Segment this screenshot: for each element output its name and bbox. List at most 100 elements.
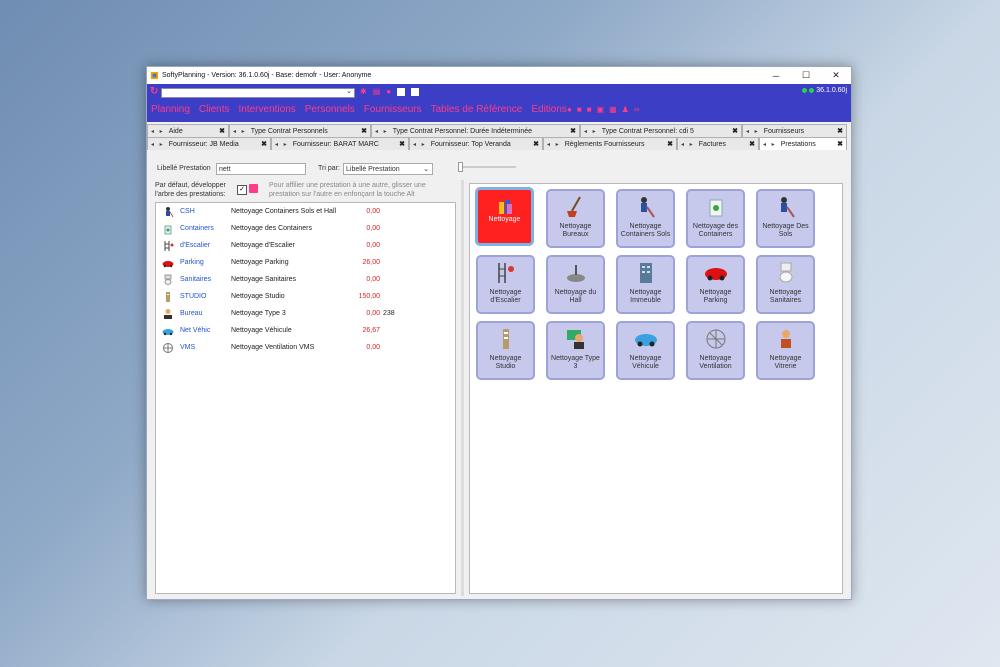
prestation-code: STUDIO bbox=[180, 293, 207, 300]
panel-splitter[interactable] bbox=[461, 180, 464, 596]
close-icon[interactable]: ✖ bbox=[749, 140, 755, 148]
print-icon[interactable]: ▣ bbox=[597, 105, 605, 114]
close-icon[interactable]: ✖ bbox=[219, 127, 225, 135]
prestation-value: 0,00 bbox=[366, 208, 380, 215]
menu-tables-reference[interactable]: Tables de Référence bbox=[431, 104, 523, 115]
window-square-icon[interactable] bbox=[397, 87, 406, 96]
tab-nav-icon[interactable]: ◂ ▸ bbox=[746, 128, 760, 135]
window-square-icon-2[interactable] bbox=[411, 87, 420, 96]
tab-nav-icon[interactable]: ◂ ▸ bbox=[681, 141, 695, 148]
tab-nav-icon[interactable]: ◂ ▸ bbox=[275, 141, 289, 148]
menu-interventions[interactable]: Interventions bbox=[239, 104, 296, 115]
tab-nav-icon[interactable]: ◂ ▸ bbox=[233, 128, 247, 135]
list-item[interactable]: Containers Nettoyage des Containers 0,00 bbox=[156, 221, 455, 238]
tab-barat-marc[interactable]: ◂ ▸ Fournisseur: BARAT MARC ✖ bbox=[271, 137, 409, 150]
tile-type3[interactable]: Nettoyage Type 3 bbox=[546, 321, 605, 380]
folder-open-icon[interactable]: ■ bbox=[587, 105, 592, 114]
list-item[interactable]: Net Véhic Nettoyage Véhicule 26,67 bbox=[156, 323, 455, 340]
refresh-icon[interactable]: ↻ bbox=[150, 86, 158, 97]
tile-containers-sols[interactable]: Nettoyage Containers Sols bbox=[616, 189, 675, 248]
tile-nettoyage[interactable]: Nettoyage bbox=[475, 187, 534, 246]
chevron-down-icon[interactable]: ⌄ bbox=[346, 87, 352, 95]
list-item[interactable]: VMS Nettoyage Ventilation VMS 0,00 bbox=[156, 340, 455, 357]
tab-label: Prestations bbox=[780, 140, 816, 148]
tile-immeuble[interactable]: Nettoyage Immeuble bbox=[616, 255, 675, 314]
list-item[interactable]: CSH Nettoyage Containers Sols et Hall 0,… bbox=[156, 204, 455, 221]
tab-nav-icon[interactable]: ◂ ▸ bbox=[584, 128, 598, 135]
tab-nav-icon[interactable]: ◂ ▸ bbox=[151, 141, 165, 148]
minimize-button[interactable]: ─ bbox=[761, 71, 791, 81]
tab-contrat-cdi5[interactable]: ◂ ▸ Type Contrat Personnel: cdi 5 ✖ bbox=[580, 124, 742, 137]
tab-contrat-indetermine[interactable]: ◂ ▸ Type Contrat Personnel: Durée Indéter… bbox=[371, 124, 580, 137]
calendar-icon[interactable]: ▦ bbox=[609, 105, 617, 114]
list-item[interactable]: Parking Nettoyage Parking 26,00 bbox=[156, 255, 455, 272]
tab-label: Type Contrat Personnel: cdi 5 bbox=[601, 127, 694, 135]
list-item[interactable]: STUDIO Nettoyage Studio 150,00 bbox=[156, 289, 455, 306]
close-icon[interactable]: ✖ bbox=[399, 140, 405, 148]
tile-hall[interactable]: Nettoyage du Hall bbox=[546, 255, 605, 314]
tab-type-contrat[interactable]: ◂ ▸ Type Contrat Personnels ✖ bbox=[229, 124, 371, 137]
maximize-button[interactable]: ☐ bbox=[791, 70, 821, 81]
menu-fournisseurs[interactable]: Fournisseurs bbox=[364, 104, 422, 115]
tab-label: Fournisseur: JB Media bbox=[168, 140, 239, 148]
menu-clients[interactable]: Clients bbox=[199, 104, 230, 115]
close-icon[interactable]: ✖ bbox=[732, 127, 738, 135]
close-icon[interactable]: ✖ bbox=[533, 140, 539, 148]
list-item[interactable]: d'Escalier Nettoyage d'Escalier 0,00 bbox=[156, 238, 455, 255]
tile-label: Nettoyage bbox=[488, 216, 521, 223]
close-icon[interactable]: ✖ bbox=[667, 140, 673, 148]
tab-jb-media[interactable]: ◂ ▸ Fournisseur: JB Media ✖ bbox=[147, 137, 271, 150]
tri-select[interactable]: Libellé Prestation ⌄ bbox=[343, 163, 433, 175]
close-icon[interactable]: ✖ bbox=[570, 127, 576, 135]
zoom-slider-track[interactable] bbox=[458, 166, 516, 168]
tab-nav-icon[interactable]: ◂ ▸ bbox=[547, 141, 561, 148]
drag-hint-line2: prestation sur l'autre en enfonçant la t… bbox=[269, 191, 415, 198]
tile-parking[interactable]: Nettoyage Parking bbox=[686, 255, 745, 314]
close-icon[interactable]: ✖ bbox=[837, 140, 843, 148]
tile-vehicule[interactable]: Nettoyage Véhicule bbox=[616, 321, 675, 380]
list-item[interactable]: Bureau Nettoyage Type 3 0,00 238 bbox=[156, 306, 455, 323]
tab-nav-icon[interactable]: ◂ ▸ bbox=[413, 141, 427, 148]
zoom-slider-thumb[interactable] bbox=[458, 162, 463, 172]
tab-fournisseurs[interactable]: ◂ ▸ Fournisseurs ✖ bbox=[742, 124, 847, 137]
tab-prestations[interactable]: ◂ ▸ Prestations ✖ bbox=[759, 137, 847, 150]
save-icon[interactable] bbox=[249, 184, 258, 193]
tile-vitrerie[interactable]: Nettoyage Vitrerie bbox=[756, 321, 815, 380]
tile-escalier[interactable]: Nettoyage d'Escalier bbox=[476, 255, 535, 314]
link-icon[interactable]: ∞ bbox=[634, 105, 640, 114]
close-icon[interactable]: ✖ bbox=[361, 127, 367, 135]
tile-des-sols[interactable]: Nettoyage Des Sols bbox=[756, 189, 815, 248]
keyboard-icon[interactable]: ▤ bbox=[373, 87, 381, 96]
tab-label: Règlements Fournisseurs bbox=[564, 140, 645, 148]
close-button[interactable]: ✕ bbox=[821, 70, 851, 81]
close-icon[interactable]: ✖ bbox=[837, 127, 843, 135]
tile-des-containers[interactable]: Nettoyage des Containers bbox=[686, 189, 745, 248]
tab-nav-icon[interactable]: ◂ ▸ bbox=[763, 141, 777, 148]
microphone-icon[interactable]: ● bbox=[386, 87, 391, 96]
menu-personnels[interactable]: Personnels bbox=[305, 104, 355, 115]
libelle-input[interactable]: nett bbox=[216, 163, 306, 175]
puzzle-icon[interactable]: ✱ bbox=[360, 87, 367, 96]
tile-bureaux[interactable]: Nettoyage Bureaux bbox=[546, 189, 605, 248]
tab-reglements[interactable]: ◂ ▸ Règlements Fournisseurs ✖ bbox=[543, 137, 677, 150]
tab-top-veranda[interactable]: ◂ ▸ Fournisseur: Top Veranda ✖ bbox=[409, 137, 543, 150]
list-item[interactable]: Sanitaires Nettoyage Sanitaires 0,00 bbox=[156, 272, 455, 289]
close-icon[interactable]: ✖ bbox=[261, 140, 267, 148]
tab-nav-icon[interactable]: ◂ ▸ bbox=[375, 128, 389, 135]
menu-planning[interactable]: Planning bbox=[151, 104, 190, 115]
tile-sanitaires[interactable]: Nettoyage Sanitaires bbox=[756, 255, 815, 314]
chevron-down-icon[interactable]: ⌄ bbox=[423, 164, 429, 175]
expand-checkbox[interactable]: ✓ bbox=[237, 185, 247, 195]
tab-factures[interactable]: ◂ ▸ Factures ✖ bbox=[677, 137, 759, 150]
users-icon[interactable]: ♟ bbox=[622, 105, 629, 114]
help-icon[interactable]: ● bbox=[567, 105, 572, 114]
folder-icon[interactable]: ■ bbox=[577, 105, 582, 114]
tab-nav-icon[interactable]: ◂ ▸ bbox=[151, 128, 165, 135]
tile-studio[interactable]: Nettoyage Studio bbox=[476, 321, 535, 380]
tile-ventilation[interactable]: Nettoyage Ventilation bbox=[686, 321, 745, 380]
search-combo[interactable]: ⌄ bbox=[161, 88, 355, 98]
menu-editions[interactable]: Editions bbox=[531, 104, 567, 115]
prestation-code: Sanitaires bbox=[180, 276, 212, 283]
prestations-tiles-panel: Nettoyage Nettoyage Bureaux Nettoyage Co… bbox=[469, 183, 843, 594]
tab-aide[interactable]: ◂ ▸ Aide ✖ bbox=[147, 124, 229, 137]
